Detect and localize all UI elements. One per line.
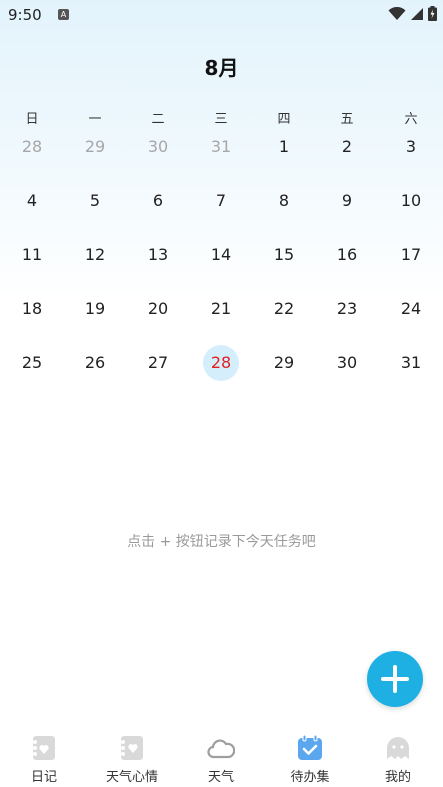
calendar-day[interactable]: 8 [266, 183, 302, 219]
calendar-day[interactable]: 11 [14, 237, 50, 273]
calendar-day[interactable]: 12 [77, 237, 113, 273]
weekday-wed: 三 [214, 112, 228, 127]
weekday-sun: 日 [25, 112, 39, 127]
calendar-day[interactable]: 4 [14, 183, 50, 219]
nav-label-mine: 我的 [384, 770, 411, 785]
nav-item-todo[interactable]: 待办集 [270, 730, 350, 787]
calendar-day[interactable]: 9 [329, 183, 365, 219]
status-bar: 9:50 A [0, 0, 443, 30]
weekday-tue: 二 [151, 112, 165, 127]
calendar-day[interactable]: 3 [393, 129, 429, 165]
calendar-day[interactable]: 10 [393, 183, 429, 219]
calendar-day[interactable]: 16 [329, 237, 365, 273]
plus-icon [381, 665, 409, 693]
diary-icon [33, 736, 55, 760]
calendar-day[interactable]: 18 [14, 291, 50, 327]
nav-label-todo: 待办集 [290, 770, 330, 785]
weather-mood-icon [121, 736, 143, 760]
nav-item-weather-mood[interactable]: 天气心情 [92, 730, 172, 787]
calendar-day[interactable]: 31 [203, 129, 239, 165]
weekday-thu: 四 [277, 112, 291, 127]
calendar-day[interactable]: 19 [77, 291, 113, 327]
calendar-day[interactable]: 17 [393, 237, 429, 273]
calendar-day[interactable]: 1 [266, 129, 302, 165]
signal-icon [411, 7, 423, 20]
wifi-icon [388, 6, 406, 20]
weekday-sat: 六 [404, 112, 418, 127]
ghost-icon [387, 737, 409, 759]
bottom-nav: 日记 天气心情 天气 待办集 我的 [0, 730, 443, 787]
calendar-day[interactable]: 30 [140, 129, 176, 165]
calendar-day[interactable]: 22 [266, 291, 302, 327]
calendar-day[interactable]: 23 [329, 291, 365, 327]
calendar-day[interactable]: 27 [140, 345, 176, 381]
nav-label-weather: 天气 [207, 770, 234, 785]
calendar-day[interactable]: 31 [393, 345, 429, 381]
calendar-day[interactable]: 2 [329, 129, 365, 165]
add-task-button[interactable] [367, 651, 423, 707]
calendar-day[interactable]: 26 [77, 345, 113, 381]
calendar-day[interactable]: 29 [77, 129, 113, 165]
weekday-fri: 五 [340, 112, 354, 127]
calendar-day[interactable]: 5 [77, 183, 113, 219]
nav-label-diary: 日记 [30, 770, 57, 785]
todo-icon [298, 734, 322, 760]
calendar-day-today[interactable]: 28 [203, 345, 239, 381]
battery-icon [428, 6, 437, 21]
calendar-day[interactable]: 24 [393, 291, 429, 327]
calendar-day[interactable]: 7 [203, 183, 239, 219]
nav-label-weather-mood: 天气心情 [105, 770, 158, 785]
calendar-day[interactable]: 15 [266, 237, 302, 273]
calendar-day[interactable]: 29 [266, 345, 302, 381]
calendar-day[interactable]: 13 [140, 237, 176, 273]
calendar-day[interactable]: 30 [329, 345, 365, 381]
empty-hint-text: 点击 + 按钮记录下今天任务吧 [127, 534, 316, 550]
calendar-day[interactable]: 6 [140, 183, 176, 219]
nav-item-weather[interactable]: 天气 [181, 730, 261, 787]
calendar-day[interactable]: 28 [14, 129, 50, 165]
weekday-mon: 一 [88, 112, 102, 127]
cloud-icon [207, 739, 235, 759]
calendar-day[interactable]: 14 [203, 237, 239, 273]
nav-item-mine[interactable]: 我的 [358, 730, 438, 787]
calendar-day[interactable]: 21 [203, 291, 239, 327]
month-title: 8月 [204, 56, 239, 80]
calendar-day[interactable]: 20 [140, 291, 176, 327]
nav-item-diary[interactable]: 日记 [4, 730, 84, 787]
notification-a-icon: A [58, 9, 69, 20]
status-time: 9:50 [8, 6, 42, 24]
calendar-day[interactable]: 25 [14, 345, 50, 381]
weekday-header: 日 一 二 三 四 五 六 [0, 108, 443, 128]
